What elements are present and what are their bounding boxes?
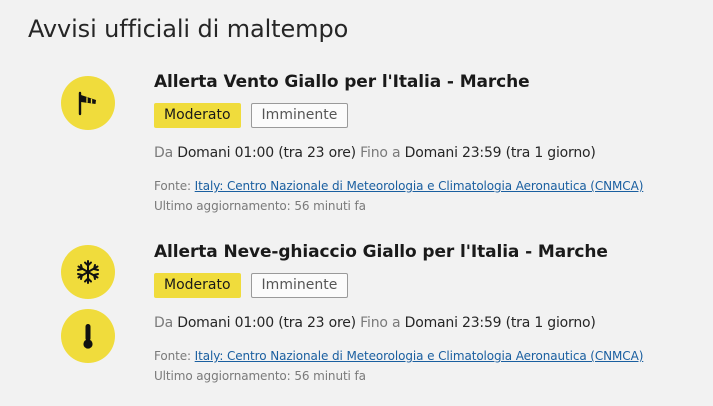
severity-badge: Moderato [154, 103, 241, 128]
from-label: Da [154, 145, 173, 161]
to-label: Fino a [360, 145, 401, 161]
page-title: Avvisi ufficiali di maltempo [28, 15, 349, 43]
windsock-icon [61, 76, 115, 130]
from-value: Domani 01:00 (tra 23 ore) [177, 315, 356, 331]
alert-badges: Moderato Imminente [154, 103, 349, 128]
from-value: Domani 01:00 (tra 23 ore) [177, 145, 356, 161]
to-value: Domani 23:59 (tra 1 giorno) [404, 145, 596, 161]
from-label: Da [154, 315, 173, 331]
source-line: Fonte: Italy: Centro Nazionale di Meteor… [154, 179, 643, 193]
alert-title[interactable]: Allerta Vento Giallo per l'Italia - Marc… [154, 72, 530, 92]
source-link[interactable]: Italy: Centro Nazionale di Meteorologia … [195, 179, 644, 193]
to-label: Fino a [360, 315, 401, 331]
urgency-badge: Imminente [250, 103, 349, 128]
alert-title[interactable]: Allerta Neve-ghiaccio Giallo per l'Itali… [154, 242, 608, 262]
source-line: Fonte: Italy: Centro Nazionale di Meteor… [154, 349, 643, 363]
source-link[interactable]: Italy: Centro Nazionale di Meteorologia … [195, 349, 644, 363]
source-label: Fonte: [154, 179, 191, 193]
urgency-badge: Imminente [250, 273, 349, 298]
to-value: Domani 23:59 (tra 1 giorno) [404, 315, 596, 331]
snowflake-icon [61, 245, 115, 299]
alert-badges: Moderato Imminente [154, 273, 349, 298]
thermometer-icon [61, 309, 115, 363]
validity-period: Da Domani 01:00 (tra 23 ore) Fino a Doma… [154, 145, 596, 161]
validity-period: Da Domani 01:00 (tra 23 ore) Fino a Doma… [154, 315, 596, 331]
last-updated: Ultimo aggiornamento: 56 minuti fa [154, 369, 366, 383]
severity-badge: Moderato [154, 273, 241, 298]
last-updated: Ultimo aggiornamento: 56 minuti fa [154, 199, 366, 213]
source-label: Fonte: [154, 349, 191, 363]
